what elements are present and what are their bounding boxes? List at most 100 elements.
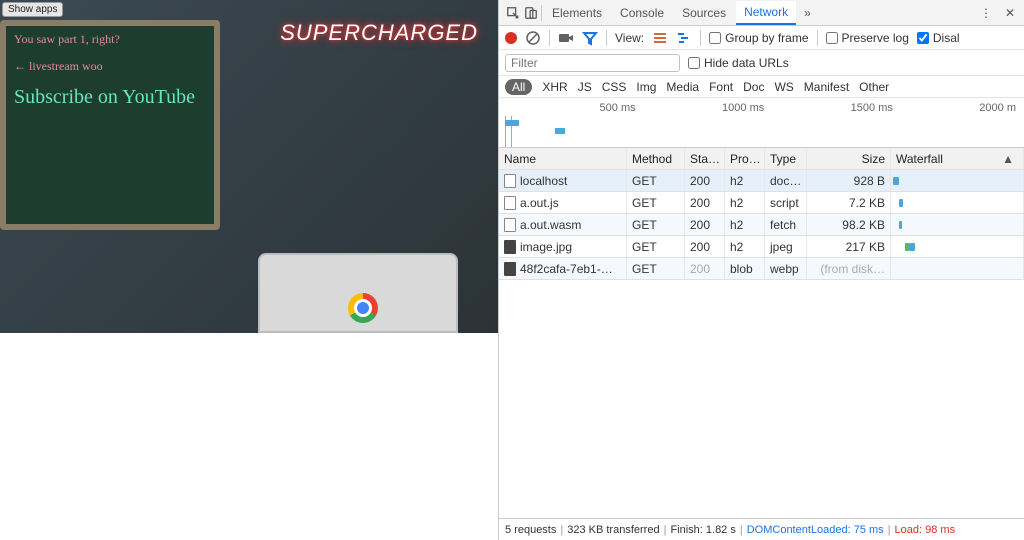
cell-method: GET [627,170,685,191]
cell-type: webp [765,258,807,279]
cell-protocol: blob [725,258,765,279]
cell-method: GET [627,258,685,279]
col-status[interactable]: Sta… [685,148,725,169]
type-img[interactable]: Img [636,80,656,94]
cell-protocol: h2 [725,214,765,235]
tab-sources[interactable]: Sources [674,2,734,24]
disable-cache-checkbox[interactable]: Disal [917,31,960,45]
hide-data-urls-label: Hide data URLs [704,56,789,70]
devtools-tab-bar: Elements Console Sources Network » ⋮ ✕ [499,0,1024,26]
filter-bar: Hide data URLs [499,50,1024,76]
table-row[interactable]: a.out.wasm GET 200 h2 fetch 98.2 KB [499,214,1024,236]
cell-type: script [765,192,807,213]
cell-method: GET [627,236,685,257]
type-font[interactable]: Font [709,80,733,94]
status-domcontentloaded: DOMContentLoaded: 75 ms [747,524,884,536]
filter-icon[interactable] [582,30,598,46]
col-waterfall[interactable]: Waterfall▲ [891,148,1024,169]
table-row[interactable]: image.jpg GET 200 h2 jpeg 217 KB [499,236,1024,258]
cell-type: fetch [765,214,807,235]
close-icon[interactable]: ✕ [1002,5,1018,21]
neon-sign: SUPERCHARGED [280,20,478,46]
clear-icon[interactable] [525,30,541,46]
table-row[interactable]: 48f2cafa-7eb1-… GET 200 blob webp (from … [499,258,1024,280]
cell-status: 200 [685,192,725,213]
status-requests: 5 requests [505,524,556,536]
cell-type: doc… [765,170,807,191]
disable-cache-label: Disal [933,31,960,45]
chalkboard: You saw part 1, right? ← livestream woo … [0,20,220,230]
tab-network[interactable]: Network [736,1,796,25]
view-label: View: [615,31,644,45]
cell-waterfall [891,192,1024,213]
waterfall-view-icon[interactable] [676,30,692,46]
type-all[interactable]: All [505,79,532,95]
file-icon [504,174,516,188]
group-by-frame-label: Group by frame [725,31,808,45]
type-manifest[interactable]: Manifest [804,80,849,94]
cell-protocol: h2 [725,170,765,191]
cell-name: 48f2cafa-7eb1-… [520,262,613,276]
tab-overflow[interactable]: » [798,2,817,24]
cell-size: (from disk… [807,258,891,279]
show-apps-button[interactable]: Show apps [2,2,63,17]
preserve-log-checkbox[interactable]: Preserve log [826,31,909,45]
tab-elements[interactable]: Elements [544,2,610,24]
timeline-overview[interactable]: 0 500 ms 1000 ms 1500 ms 2000 m [499,98,1024,148]
type-filter-bar: All XHR JS CSS Img Media Font Doc WS Man… [499,76,1024,98]
col-size[interactable]: Size [807,148,891,169]
network-toolbar: View: Group by frame Preserve log Disal [499,26,1024,50]
file-icon [504,218,516,232]
devtools-panel: Elements Console Sources Network » ⋮ ✕ V… [498,0,1024,540]
cell-status: 200 [685,214,725,235]
group-by-frame-checkbox[interactable]: Group by frame [709,31,808,45]
type-doc[interactable]: Doc [743,80,764,94]
separator [606,30,607,46]
page-left: Show apps You saw part 1, right? ← lives… [0,0,498,540]
type-other[interactable]: Other [859,80,889,94]
col-type[interactable]: Type [765,148,807,169]
kebab-menu-icon[interactable]: ⋮ [978,5,994,21]
col-protocol[interactable]: Pro… [725,148,765,169]
tab-console[interactable]: Console [612,2,672,24]
cell-status: 200 [685,170,725,191]
table-row[interactable]: a.out.js GET 200 h2 script 7.2 KB [499,192,1024,214]
type-xhr[interactable]: XHR [542,80,567,94]
chrome-icon [348,293,378,323]
cell-type: jpeg [765,236,807,257]
chalk-text-1: You saw part 1, right? [6,26,214,53]
col-name[interactable]: Name [499,148,627,169]
file-icon [504,196,516,210]
chalk-text-2: ← livestream woo [6,53,214,80]
separator [700,30,701,46]
status-transferred: 323 KB transferred [567,524,659,536]
video-thumbnail: Show apps You saw part 1, right? ← lives… [0,0,498,333]
sort-asc-icon: ▲ [1002,152,1014,166]
large-rows-icon[interactable] [652,30,668,46]
cell-size: 7.2 KB [807,192,891,213]
cell-name: image.jpg [520,240,572,254]
device-toggle-icon[interactable] [523,5,539,21]
record-button[interactable] [505,32,517,44]
status-finish: Finish: 1.82 s [670,524,735,536]
tick-1000: 1000 ms [722,102,764,114]
separator [541,5,542,21]
type-css[interactable]: CSS [602,80,627,94]
cell-size: 217 KB [807,236,891,257]
hide-data-urls-checkbox[interactable]: Hide data URLs [688,56,789,70]
subscribe-text: Subscribe on YouTube [6,80,214,115]
type-media[interactable]: Media [666,80,699,94]
type-js[interactable]: JS [578,80,592,94]
cell-name: a.out.wasm [520,218,581,232]
cell-protocol: h2 [725,192,765,213]
inspect-icon[interactable] [505,5,521,21]
type-ws[interactable]: WS [774,80,793,94]
status-bar: 5 requests | 323 KB transferred | Finish… [499,518,1024,540]
camera-icon[interactable] [558,30,574,46]
file-icon [504,262,516,276]
table-header: Name Method Sta… Pro… Type Size Waterfal… [499,148,1024,170]
table-row[interactable]: localhost GET 200 h2 doc… 928 B [499,170,1024,192]
filter-input[interactable] [505,54,680,72]
cell-status: 200 [685,236,725,257]
col-method[interactable]: Method [627,148,685,169]
